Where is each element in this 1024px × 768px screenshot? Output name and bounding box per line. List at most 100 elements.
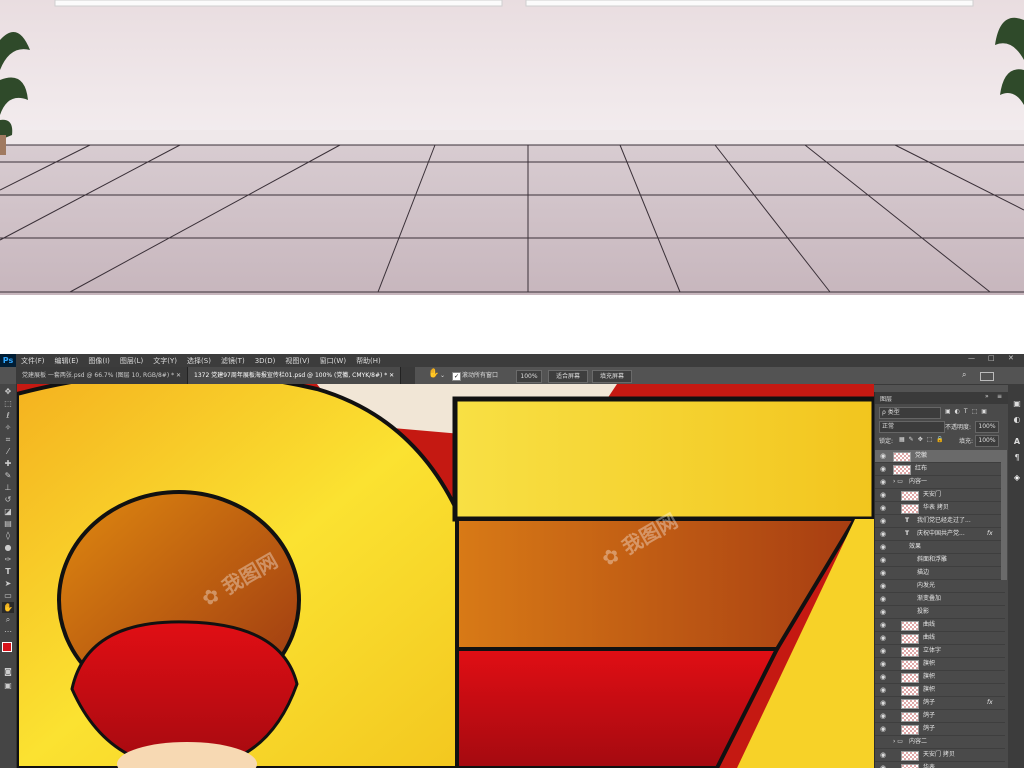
layer-row[interactable]: ◉ › ▭ 内容一	[875, 476, 1005, 489]
layer-filter-select[interactable]: ρ 类型	[879, 407, 941, 419]
eye-icon[interactable]: ◉	[880, 463, 886, 475]
paragraph-panel-icon[interactable]: ¶	[1011, 452, 1023, 463]
layer-row[interactable]: ◉ 投影	[875, 606, 1005, 619]
hand-tool-icon[interactable]: ✋	[2, 602, 14, 613]
fill-field[interactable]: 100%	[975, 435, 999, 447]
menu-select[interactable]: 选择(S)	[182, 356, 216, 366]
layer-row[interactable]: ◉ 描边	[875, 567, 1005, 580]
screen-mode-icon[interactable]: ▣	[2, 680, 14, 691]
lasso-tool-icon[interactable]: ℓ	[2, 410, 14, 421]
eye-icon[interactable]: ◉	[880, 528, 886, 540]
layer-row[interactable]: ◉ 鸽子	[875, 710, 1005, 723]
panel-collapse-icon[interactable]: »	[985, 393, 989, 400]
eye-icon[interactable]: ◉	[880, 593, 886, 605]
eraser-tool-icon[interactable]: ◪	[2, 506, 14, 517]
folder-icon[interactable]: › ▭	[893, 476, 903, 488]
layer-row[interactable]: ◉ 鸽子	[875, 723, 1005, 736]
workspace-icon[interactable]	[980, 372, 994, 381]
layer-row[interactable]: ◉ 红布	[875, 463, 1005, 476]
dodge-tool-icon[interactable]: ●	[2, 542, 14, 553]
eye-icon[interactable]: ◉	[880, 645, 886, 657]
document-canvas[interactable]: ✿ 我图网 ✿ 我图网	[17, 384, 874, 768]
gradient-tool-icon[interactable]: ▤	[2, 518, 14, 529]
fx-icon[interactable]: fx	[987, 697, 993, 709]
menu-3d[interactable]: 3D(D)	[250, 357, 281, 365]
blend-mode-select[interactable]: 正常	[879, 421, 945, 433]
layer-row[interactable]: ◉ 鸽子 fx	[875, 697, 1005, 710]
layer-row[interactable]: ◉ 立体字	[875, 645, 1005, 658]
layer-row[interactable]: ◉ T 我们党已经走过了...	[875, 515, 1005, 528]
opacity-field[interactable]: 100%	[975, 421, 999, 433]
layer-row[interactable]: ◉ 斜面和浮雕	[875, 554, 1005, 567]
eye-icon[interactable]: ◉	[880, 632, 886, 644]
layers-scrollbar[interactable]	[1001, 450, 1007, 580]
layer-row[interactable]: ◉ 党徽	[875, 450, 1005, 463]
foreground-color-swatch[interactable]	[2, 642, 12, 652]
layer-row[interactable]: ◉ 旗帜	[875, 671, 1005, 684]
filter-icons[interactable]: ▣◐T⬚▣	[945, 408, 991, 415]
layer-row[interactable]: › ▭ 内容二	[875, 736, 1005, 749]
chevron-down-icon[interactable]: ⌄	[440, 370, 445, 381]
menu-type[interactable]: 文字(Y)	[148, 356, 182, 366]
layer-row[interactable]: ◉ 旗帜	[875, 658, 1005, 671]
layer-row[interactable]: ◉ 效果	[875, 541, 1005, 554]
eye-icon[interactable]: ◉	[880, 502, 886, 514]
eye-icon[interactable]: ◉	[880, 489, 886, 501]
layer-row[interactable]: ◉ T 庆祝中国共产党... fx	[875, 528, 1005, 541]
close-icon[interactable]: ✕	[1008, 354, 1014, 362]
fit-screen-button[interactable]: 适合屏幕	[548, 370, 588, 383]
character-panel-icon[interactable]: A	[1011, 436, 1023, 447]
history-panel-icon[interactable]: ▣	[1011, 398, 1023, 409]
fill-screen-button[interactable]: 填充屏幕	[592, 370, 632, 383]
blur-tool-icon[interactable]: ◊	[2, 530, 14, 541]
menu-filter[interactable]: 滤镜(T)	[216, 356, 250, 366]
stamp-tool-icon[interactable]: ⊥	[2, 482, 14, 493]
eye-icon[interactable]: ◉	[880, 684, 886, 696]
menu-layer[interactable]: 图层(L)	[115, 356, 148, 366]
adjustments-panel-icon[interactable]: ◐	[1011, 414, 1023, 425]
crop-tool-icon[interactable]: ⌗	[2, 434, 14, 445]
eyedropper-tool-icon[interactable]: ⁄	[2, 446, 14, 457]
menu-view[interactable]: 视图(V)	[280, 356, 314, 366]
layer-row[interactable]: ◉ 曲线	[875, 619, 1005, 632]
eye-icon[interactable]: ◉	[880, 580, 886, 592]
shape-tool-icon[interactable]: ▭	[2, 590, 14, 601]
marquee-tool-icon[interactable]: ⬚	[2, 398, 14, 409]
eye-icon[interactable]: ◉	[880, 541, 886, 553]
hand-tool-icon[interactable]: ✋	[428, 369, 439, 380]
panel-menu-icon[interactable]: ≡	[997, 393, 1002, 400]
menu-window[interactable]: 窗口(W)	[315, 356, 351, 366]
quick-mask-icon[interactable]: ◙	[2, 666, 14, 677]
brush-tool-icon[interactable]: ✎	[2, 470, 14, 481]
eye-icon[interactable]: ◉	[880, 567, 886, 579]
eye-icon[interactable]: ◉	[880, 723, 886, 735]
layer-row[interactable]: ◉ 曲线	[875, 632, 1005, 645]
path-selection-tool-icon[interactable]: ➤	[2, 578, 14, 589]
eye-icon[interactable]: ◉	[880, 476, 886, 488]
zoom-tool-icon[interactable]: ⌕	[2, 614, 14, 625]
eye-icon[interactable]: ◉	[880, 697, 886, 709]
eye-icon[interactable]: ◉	[880, 606, 886, 618]
healing-brush-tool-icon[interactable]: ✚	[2, 458, 14, 469]
eye-icon[interactable]: ◉	[880, 554, 886, 566]
lock-icons[interactable]: ▦✎✥⬚🔒	[899, 436, 948, 443]
maximize-icon[interactable]: □	[988, 354, 995, 362]
eye-icon[interactable]: ◉	[880, 749, 886, 761]
menu-help[interactable]: 帮助(H)	[351, 356, 386, 366]
eye-icon[interactable]: ◉	[880, 450, 886, 462]
scroll-all-checkbox[interactable]: ✓	[452, 372, 461, 381]
layer-row[interactable]: ◉ 华表	[875, 762, 1005, 768]
tab-document-1[interactable]: 党建展板 一套两张.psd @ 66.7% (图层 10, RGB/8#) * …	[16, 367, 189, 384]
layers-panel-icon[interactable]: ◈	[1011, 472, 1023, 483]
minimize-icon[interactable]: —	[968, 354, 975, 362]
tab-document-2[interactable]: 1372 党建97周年展板海报宣传栏01.psd @ 100% (党徽, CMY…	[188, 367, 402, 384]
layer-row[interactable]: ◉ 渐变叠加	[875, 593, 1005, 606]
type-tool-icon[interactable]: T	[2, 566, 14, 577]
folder-icon[interactable]: › ▭	[893, 736, 903, 748]
eye-icon[interactable]: ◉	[880, 619, 886, 631]
eye-icon[interactable]: ◉	[880, 515, 886, 527]
eye-icon[interactable]: ◉	[880, 671, 886, 683]
zoom-value-field[interactable]: 100%	[516, 370, 542, 383]
eye-icon[interactable]: ◉	[880, 710, 886, 722]
layer-row[interactable]: ◉ 华表 拷贝	[875, 502, 1005, 515]
